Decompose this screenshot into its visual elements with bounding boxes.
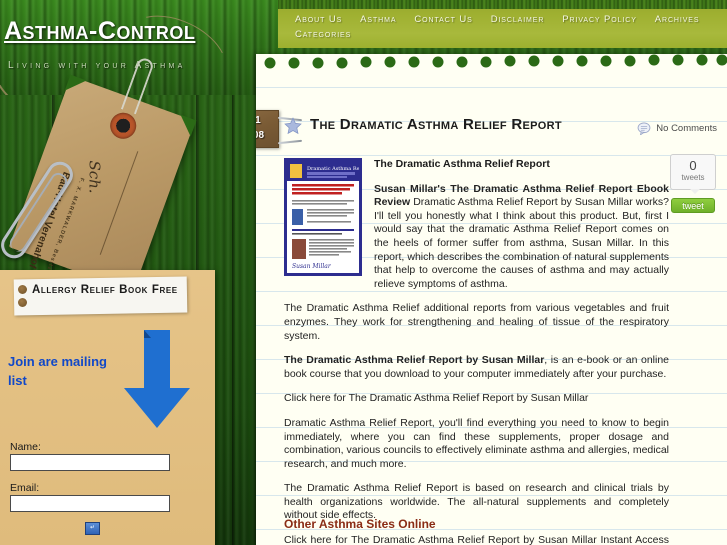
- post-paragraph-3: The Dramatic Asthma Relief Report by Sus…: [284, 354, 669, 381]
- content-paper: 2011 06.08 The Dramatic Asthma Relief Re…: [256, 54, 727, 545]
- other-sites-heading: Other Asthma Sites Online: [284, 517, 436, 531]
- nav-link-asthma[interactable]: Asthma: [351, 12, 405, 27]
- tweet-widget: 0 tweets tweet: [667, 154, 719, 213]
- comments-count-label: No Comments: [656, 123, 717, 134]
- tweet-count-box: 0 tweets: [670, 154, 716, 194]
- post-title: The Dramatic Asthma Relief Report: [310, 116, 562, 133]
- tag-divider-line: [99, 151, 139, 255]
- ebook-sales-page-thumbnail: Dramatic Asthma Relief: [287, 161, 359, 273]
- main-navigation: About Us Asthma Contact Us Disclaimer Pr…: [278, 0, 727, 48]
- date-tag-pin-icon: [277, 139, 303, 145]
- comment-bubble-icon: [637, 122, 651, 135]
- nav-link-about-us[interactable]: About Us: [286, 12, 351, 27]
- nav-item: Categories: [286, 27, 360, 42]
- svg-text:Dramatic Asthma Relief: Dramatic Asthma Relief: [307, 166, 359, 172]
- nav-item: Privacy Policy: [553, 12, 645, 27]
- tweet-count-number: 0: [689, 158, 697, 173]
- post-paragraph-2: The Dramatic Asthma Relief additional re…: [284, 302, 669, 342]
- nav-item: Asthma: [351, 12, 405, 27]
- notebook-punch-holes: [256, 54, 727, 80]
- post-link-1[interactable]: Click here for The Dramatic Asthma Relie…: [284, 392, 588, 404]
- signup-title: Allergy Relief Book Free: [32, 284, 178, 296]
- email-input[interactable]: [10, 495, 170, 512]
- svg-text:Susan Millar: Susan Millar: [292, 263, 332, 270]
- tag-string-icon: [120, 56, 156, 115]
- tweet-count-label: tweets: [681, 173, 705, 182]
- nav-list: About Us Asthma Contact Us Disclaimer Pr…: [286, 12, 727, 42]
- tape-dot-icon: [18, 285, 27, 294]
- post-link-2-wrapper: Click here for The Dramatic Asthma Relie…: [284, 534, 669, 545]
- tweet-button[interactable]: tweet: [671, 198, 715, 213]
- post-header: 2011 06.08 The Dramatic Asthma Relief Re…: [256, 110, 727, 156]
- post-date-year: 2011: [256, 115, 261, 126]
- signup-cta-text: Join are mailing list: [8, 354, 107, 388]
- post-date-badge: 2011 06.08: [256, 110, 279, 148]
- down-arrow-icon: [124, 330, 190, 428]
- name-field-label: Name:: [10, 441, 41, 453]
- nav-item: Contact Us: [405, 12, 481, 27]
- tape-dot-icon: [18, 298, 27, 307]
- comments-link[interactable]: No Comments: [637, 122, 717, 135]
- post-thumbnail-image[interactable]: Dramatic Asthma Relief: [284, 158, 362, 276]
- nav-link-contact-us[interactable]: Contact Us: [405, 12, 481, 27]
- sidebar: Sch. Bad-Hotel Verenahof & Ochsen, Baden…: [0, 0, 256, 545]
- post-paragraph-4: Dramatic Asthma Relief Report, you'll fi…: [284, 416, 669, 470]
- nav-link-privacy-policy[interactable]: Privacy Policy: [553, 12, 645, 27]
- name-input[interactable]: [10, 454, 170, 471]
- nav-item: Disclaimer: [482, 12, 554, 27]
- nav-link-disclaimer[interactable]: Disclaimer: [482, 12, 554, 27]
- post-paragraph-3-bold: The Dramatic Asthma Relief Report by Sus…: [284, 354, 545, 367]
- tag-signature: Sch.: [85, 160, 104, 194]
- post-link-1-wrapper: Click here for The Dramatic Asthma Relie…: [284, 392, 669, 406]
- nav-link-archives[interactable]: Archives: [646, 12, 709, 27]
- post-body: Dramatic Asthma Relief: [284, 158, 669, 545]
- nav-link-categories[interactable]: Categories: [286, 27, 360, 42]
- post-link-2[interactable]: Click here for The Dramatic Asthma Relie…: [284, 534, 669, 545]
- star-icon: [284, 117, 302, 135]
- post-paragraph-1-text: Dramatic Asthma Relief Report by Susan M…: [374, 196, 669, 290]
- signup-submit-button[interactable]: ↵: [85, 522, 100, 535]
- email-field-label: Email:: [10, 482, 40, 494]
- nav-item: About Us: [286, 12, 351, 27]
- nav-item: Archives: [646, 12, 709, 27]
- post-date-day: 06.08: [256, 130, 265, 141]
